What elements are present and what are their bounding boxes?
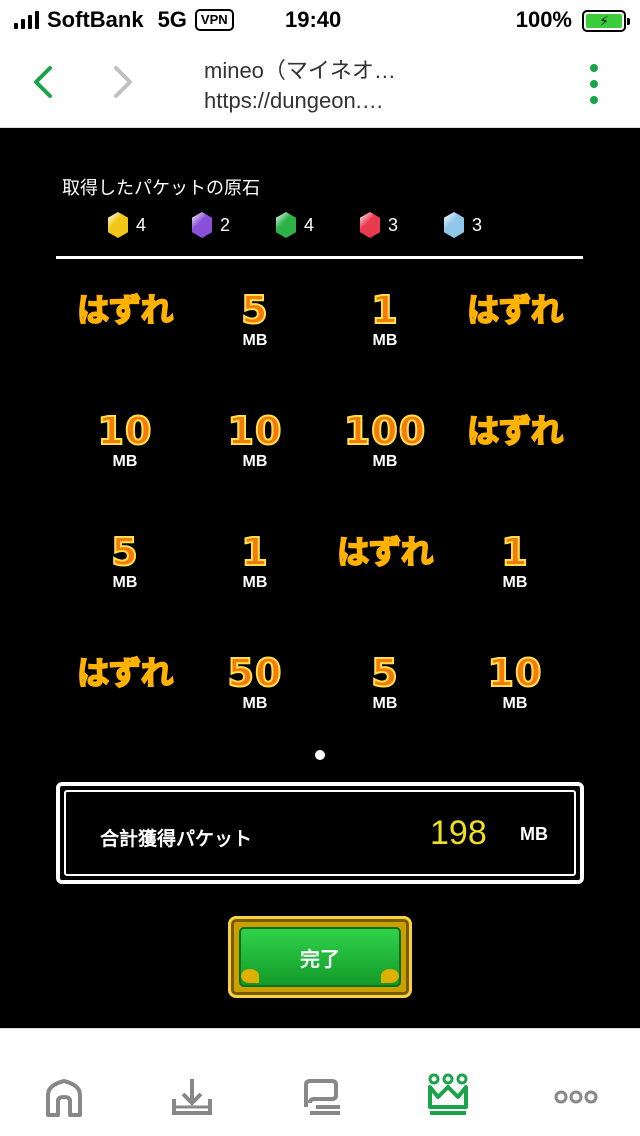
status-time: 19:40 [285,7,342,32]
stone-item: 2 [192,212,276,238]
gem-icon [444,212,464,238]
prize-cell: 1 MB [450,529,580,592]
signal-icon [14,11,39,29]
total-packet-box: 合計獲得パケット 198 MB [56,782,584,884]
vpn-badge: VPN [194,9,234,31]
prize-amount: 5 [240,287,269,333]
prize-unit: MB [372,453,398,470]
tab-more[interactable] [546,1073,606,1123]
prize-amount: 1 [500,529,529,575]
gem-icon [192,212,212,238]
leaf-ornament-icon [381,969,399,983]
more-icon [554,1090,598,1104]
miss-label: はずれ [466,290,564,330]
prize-amount: 10 [487,650,543,696]
prize-unit: MB [242,332,268,349]
stone-item: 3 [360,212,444,238]
prize-cell: 1 MB [320,287,450,350]
page-url-text: https://dungeon.… [204,88,384,113]
status-bar: SoftBank 5G VPN 19:40 100% ⚡ [0,0,640,40]
page-title[interactable]: mineo（マイネオ… https://dungeon.… [204,56,396,116]
tab-home[interactable] [34,1073,94,1123]
tab-layers[interactable] [290,1073,350,1123]
prize-cell: 5 MB [320,650,450,713]
prize-amount: 50 [227,650,283,696]
prize-amount: 10 [97,408,153,454]
prize-amount: 5 [110,529,139,575]
prize-unit: MB [242,574,268,591]
prize-amount: 1 [370,287,399,333]
stone-item: 4 [276,212,360,238]
stones-list: 4 2 4 3 3 [108,212,528,238]
battery-icon: ⚡ [582,10,630,32]
miss-label: はずれ [336,532,434,572]
total-value: 198 [430,814,487,852]
prize-cell: 100 MB [320,408,450,471]
prize-unit: MB [372,695,398,712]
prize-cell: 5 MB [60,529,190,592]
share-tray-icon [172,1079,212,1115]
prize-cell: 10 MB [450,650,580,713]
prize-cell: はずれ [450,409,580,453]
prize-cell: 10 MB [190,408,320,471]
miss-label: はずれ [76,290,174,330]
back-icon[interactable] [26,62,60,102]
stones-title: 取得したパケットの原石 [62,178,260,198]
stone-count: 4 [304,214,315,235]
page-title-text: mineo（マイネオ… [204,58,396,83]
done-button[interactable]: 完了 [228,916,412,998]
forward-icon[interactable] [106,62,140,102]
stone-count: 2 [220,214,231,235]
gem-icon [276,212,296,238]
home-icon [46,1079,82,1117]
battery-percent: 100% [515,7,572,32]
stone-count: 4 [136,214,147,235]
prize-amount: 10 [227,408,283,454]
tab-share[interactable] [162,1073,222,1123]
total-label: 合計獲得パケット [100,829,253,850]
miss-label: はずれ [466,411,564,451]
menu-dots-icon[interactable] [590,64,600,104]
layers-icon [304,1079,340,1115]
prize-unit: MB [242,453,268,470]
carrier-name: SoftBank [47,7,144,32]
stone-item: 4 [108,212,192,238]
leaf-ornament-icon [241,969,259,983]
prize-cell: はずれ [60,288,190,332]
stone-item: 3 [444,212,528,238]
prize-cell: 10 MB [60,408,190,471]
bottom-tab-bar [0,1028,640,1136]
prize-cell: はずれ [450,288,580,332]
crown-icon [428,1073,468,1115]
done-button-label: 完了 [239,927,401,987]
prize-unit: MB [242,695,268,712]
tab-crown[interactable] [418,1073,478,1123]
prize-cell: 5 MB [190,287,320,350]
gem-icon [360,212,380,238]
prize-cell: はずれ [60,651,190,695]
prize-amount: 100 [343,408,427,454]
gem-icon [108,212,128,238]
game-result-panel: 取得したパケットの原石 42433 はずれ 5 MB 1 MB はずれ 10 MB 10 MB 10… [0,128,640,1028]
prize-cell: 50 MB [190,650,320,713]
stone-count: 3 [388,214,399,235]
miss-label: はずれ [76,653,174,693]
prize-cell: はずれ [320,530,450,574]
prize-unit: MB [372,332,398,349]
prize-unit: MB [502,695,528,712]
prize-unit: MB [112,574,138,591]
prize-unit: MB [502,574,528,591]
prize-cell: 1 MB [190,529,320,592]
browser-nav-bar: mineo（マイネオ… https://dungeon.… [0,40,640,128]
divider [56,256,583,259]
page-indicator-dot [315,750,325,760]
prize-amount: 5 [370,650,399,696]
total-unit: MB [520,824,548,844]
prize-amount: 1 [240,529,269,575]
stone-count: 3 [472,214,483,235]
network-type: 5G [157,7,187,32]
prize-unit: MB [112,453,138,470]
